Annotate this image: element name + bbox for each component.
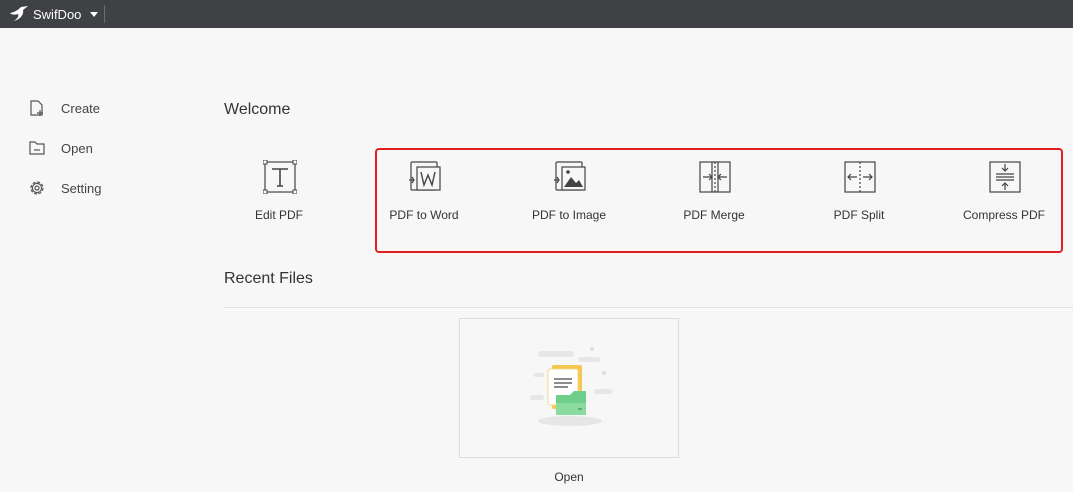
tool-label: Edit PDF: [254, 208, 303, 222]
sidebar-item-open[interactable]: Open: [28, 136, 148, 160]
open-folder-illustration: [530, 347, 612, 426]
sidebar-item-setting[interactable]: Setting: [28, 176, 148, 200]
app-name: SwifDoo: [33, 7, 82, 22]
tool-label: PDF Merge: [683, 208, 745, 222]
split-icon: [844, 161, 876, 193]
open-file-label: Open: [554, 470, 584, 484]
create-file-icon: [30, 100, 43, 116]
tool-compress-pdf[interactable]: Compress PDF: [944, 150, 1064, 240]
pdf-to-word-icon: [409, 161, 441, 191]
tool-pdf-split[interactable]: PDF Split: [799, 150, 919, 240]
sidebar-item-label: Setting: [61, 180, 102, 196]
compress-icon: [989, 161, 1021, 193]
tool-pdf-to-word[interactable]: PDF to Word: [364, 150, 484, 240]
welcome-heading: Welcome: [224, 101, 291, 118]
tool-edit-pdf[interactable]: Edit PDF: [219, 150, 339, 240]
tool-label: PDF to Image: [531, 208, 607, 222]
sidebar-item-label: Open: [61, 140, 93, 156]
text-edit-icon: [263, 160, 297, 194]
recent-files-divider: [224, 307, 1073, 308]
tool-pdf-merge[interactable]: PDF Merge: [654, 150, 774, 240]
tool-label: PDF Split: [833, 208, 885, 222]
sidebar-item-create[interactable]: Create: [28, 96, 148, 120]
titlebar-divider: [104, 5, 105, 23]
title-bar: SwifDoo: [0, 0, 1073, 28]
gear-icon: [30, 181, 44, 195]
tool-pdf-to-image[interactable]: PDF to Image: [509, 150, 629, 240]
pdf-to-image-icon: [554, 161, 586, 191]
tool-label: PDF to Word: [389, 208, 459, 222]
open-file-card[interactable]: [459, 318, 679, 458]
tool-label: Compress PDF: [962, 208, 1045, 222]
sidebar-item-label: Create: [61, 100, 101, 116]
recent-files-heading: Recent Files: [224, 270, 313, 287]
caret-down-icon[interactable]: [89, 10, 99, 18]
swift-bird-icon: [10, 6, 28, 21]
folder-open-icon: [29, 141, 45, 155]
merge-icon: [699, 161, 731, 193]
